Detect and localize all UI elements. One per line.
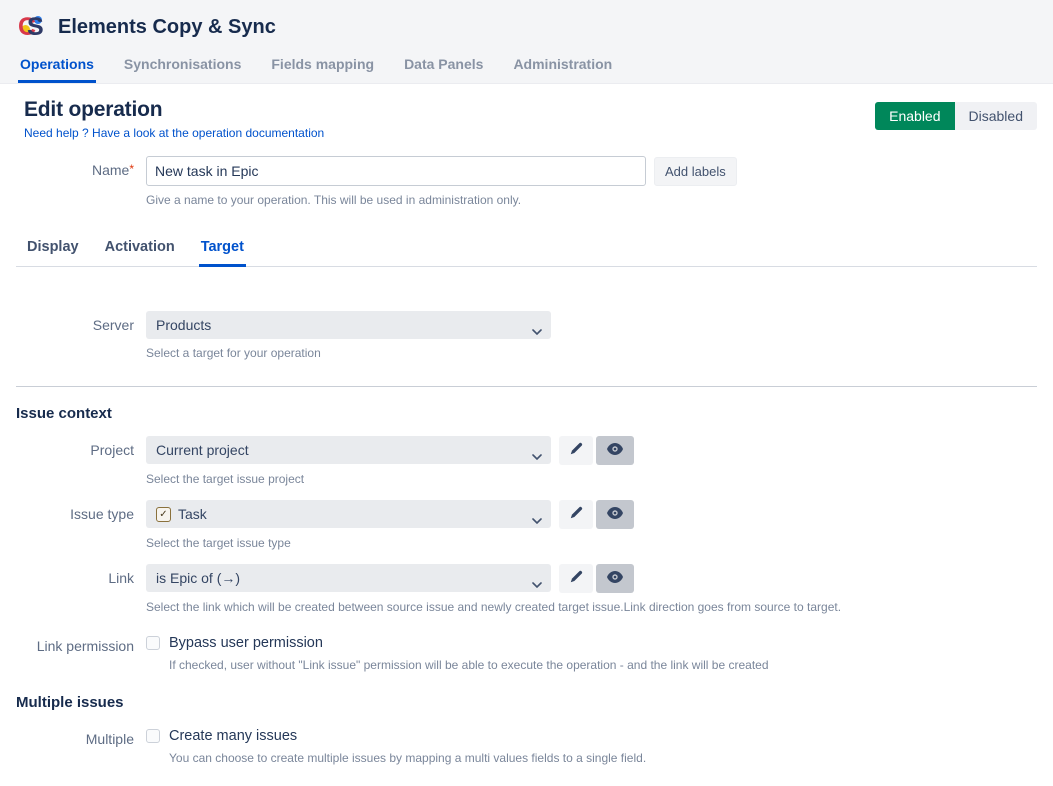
tab-activation[interactable]: Activation (103, 235, 177, 267)
issue-type-edit-button[interactable] (559, 500, 593, 529)
multiple-issues-heading: Multiple issues (16, 694, 1037, 711)
link-edit-button[interactable] (559, 564, 593, 593)
nav-tab-administration[interactable]: Administration (511, 50, 614, 83)
server-select[interactable]: Products (146, 311, 551, 339)
page-title: Edit operation (24, 98, 324, 122)
create-many-issues-text: Create many issues (169, 728, 297, 744)
eye-icon (607, 571, 623, 586)
disabled-button[interactable]: Disabled (955, 102, 1037, 130)
tab-display[interactable]: Display (25, 235, 81, 267)
eye-icon (607, 507, 623, 522)
nav-tab-synchronisations[interactable]: Synchronisations (122, 50, 243, 83)
chevron-down-icon (532, 575, 542, 591)
section-divider (16, 386, 1037, 387)
server-select-value: Products (156, 317, 211, 333)
link-select-value: is Epic of (→) (156, 570, 240, 586)
create-many-issues-checkbox[interactable] (146, 729, 160, 743)
chevron-down-icon (532, 447, 542, 463)
link-view-button[interactable] (596, 564, 634, 593)
project-label: Project (16, 436, 146, 458)
pencil-icon (569, 506, 583, 523)
link-permission-helper-text: If checked, user without "Link issue" pe… (169, 658, 769, 672)
issue-type-helper-text: Select the target issue type (146, 536, 634, 550)
nav-tab-fields-mapping[interactable]: Fields mapping (269, 50, 376, 83)
required-marker: * (129, 162, 134, 176)
operation-documentation-link[interactable]: Need help ? Have a look at the operation… (24, 126, 324, 140)
app-brand: C S Elements Copy & Sync (0, 10, 1053, 50)
server-helper-text: Select a target for your operation (146, 346, 551, 360)
issue-context-heading: Issue context (16, 405, 1037, 422)
link-select[interactable]: is Epic of (→) (146, 564, 551, 592)
chevron-down-icon (532, 322, 542, 338)
nav-tab-data-panels[interactable]: Data Panels (402, 50, 485, 83)
nav-tab-operations[interactable]: Operations (18, 50, 96, 83)
link-helper-text: Select the link which will be created be… (146, 600, 841, 614)
task-icon: ✓ (156, 507, 171, 522)
status-toggle: Enabled Disabled (875, 102, 1037, 130)
pencil-icon (569, 570, 583, 587)
issue-type-view-button[interactable] (596, 500, 634, 529)
cs-logo: C S (18, 12, 48, 42)
project-edit-button[interactable] (559, 436, 593, 465)
page-head-left: Edit operation Need help ? Have a look a… (24, 98, 324, 142)
project-view-button[interactable] (596, 436, 634, 465)
operation-sub-tabs: Display Activation Target (16, 235, 1037, 267)
link-permission-label: Link permission (16, 632, 146, 654)
name-helper-text: Give a name to your operation. This will… (146, 193, 737, 207)
issue-type-label: Issue type (16, 500, 146, 522)
enabled-button[interactable]: Enabled (875, 102, 954, 130)
chevron-down-icon (532, 511, 542, 527)
app-header: C S Elements Copy & Sync Operations Sync… (0, 0, 1053, 84)
bypass-user-permission-checkbox[interactable] (146, 636, 160, 650)
project-helper-text: Select the target issue project (146, 472, 634, 486)
tab-target[interactable]: Target (199, 235, 246, 267)
multiple-helper-text: You can choose to create multiple issues… (169, 751, 646, 765)
eye-icon (607, 443, 623, 458)
project-select-value: Current project (156, 442, 249, 458)
name-label: Name* (16, 156, 146, 178)
project-select[interactable]: Current project (146, 436, 551, 464)
logo-letter-s: S (27, 13, 44, 42)
name-input[interactable] (146, 156, 646, 186)
app-title: Elements Copy & Sync (58, 16, 276, 39)
link-label: Link (16, 564, 146, 586)
add-labels-button[interactable]: Add labels (654, 157, 737, 186)
issue-type-select[interactable]: ✓ Task (146, 500, 551, 528)
edit-operation-page: Edit operation Need help ? Have a look a… (0, 98, 1053, 765)
server-label: Server (16, 311, 146, 333)
multiple-label: Multiple (16, 725, 146, 747)
bypass-user-permission-text: Bypass user permission (169, 635, 323, 651)
app-nav: Operations Synchronisations Fields mappi… (0, 50, 1053, 83)
pencil-icon (569, 442, 583, 459)
issue-type-select-value: Task (178, 506, 207, 522)
